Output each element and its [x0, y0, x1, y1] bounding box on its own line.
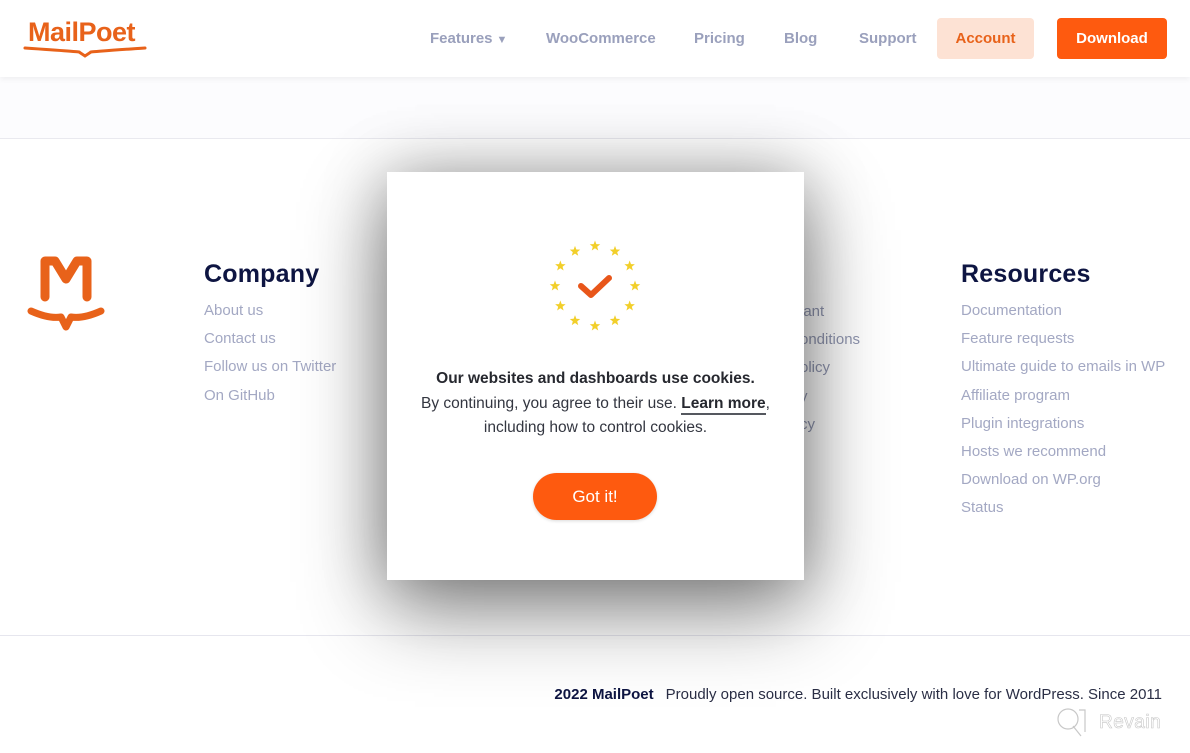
copyright-brand: 2022 MailPoet	[554, 686, 654, 703]
star-icon	[609, 315, 621, 326]
footer-link-documentation[interactable]: Documentation	[961, 301, 1165, 329]
nav-features[interactable]: Features ▼	[430, 30, 507, 47]
footer-link-contact[interactable]: Contact us	[204, 329, 336, 357]
revain-watermark: Revain	[1055, 706, 1161, 740]
nav-support[interactable]: Support	[859, 30, 917, 47]
footer-link-download-wporg[interactable]: Download on WP.org	[961, 470, 1165, 498]
star-icon	[569, 315, 581, 326]
footer-link-ultimate-guide[interactable]: Ultimate guide to emails in WP	[961, 357, 1165, 385]
star-icon	[624, 260, 635, 271]
nav-woocommerce[interactable]: WooCommerce	[546, 30, 656, 47]
footer-link-status[interactable]: Status	[961, 498, 1165, 526]
footer-link-about[interactable]: About us	[204, 301, 336, 329]
star-icon	[589, 240, 601, 251]
revain-label: Revain	[1099, 712, 1162, 734]
cookie-heading: Our websites and dashboards use cookies.	[436, 370, 755, 387]
footer-company-column: Company About us Contact us Follow us on…	[204, 260, 336, 414]
mailpoet-m-logo-icon	[27, 256, 105, 331]
star-icon	[609, 245, 621, 256]
footer-link-plugin-integrations[interactable]: Plugin integrations	[961, 414, 1165, 442]
nav-features-label: Features	[430, 30, 493, 47]
company-heading: Company	[204, 260, 320, 288]
download-button[interactable]: Download	[1057, 18, 1167, 59]
footer-bottom-line: 2022 MailPoet Proudly open source. Built …	[554, 686, 1162, 703]
footer-resources-column: Resources Documentation Feature requests…	[961, 260, 1165, 527]
page-band	[0, 77, 1190, 139]
star-icon	[629, 280, 641, 291]
site-header: MailPoet Features ▼ WooCommerce Pricing B…	[0, 0, 1190, 77]
nav-pricing[interactable]: Pricing	[694, 30, 745, 47]
learn-more-link[interactable]: Learn more	[681, 394, 766, 415]
revain-logo-icon	[1057, 708, 1086, 737]
cookie-message: Our websites and dashboards use cookies.…	[417, 367, 774, 441]
footer-link-affiliate[interactable]: Affiliate program	[961, 386, 1165, 414]
footer-link-hosts[interactable]: Hosts we recommend	[961, 442, 1165, 470]
resources-heading: Resources	[961, 260, 1091, 288]
got-it-button[interactable]: Got it!	[533, 473, 657, 520]
star-icon	[555, 260, 566, 271]
star-icon	[555, 300, 566, 311]
star-icon	[624, 300, 635, 311]
footer-tagline: Proudly open source. Built exclusively w…	[665, 686, 1162, 703]
star-icon	[589, 320, 601, 331]
footer-link-twitter[interactable]: Follow us on Twitter	[204, 357, 336, 385]
cookie-body-before: By continuing, you agree to their use.	[421, 394, 682, 412]
footer-link-github[interactable]: On GitHub	[204, 386, 336, 414]
star-icon	[549, 280, 561, 291]
account-button[interactable]: Account	[937, 18, 1034, 59]
nav-blog[interactable]: Blog	[784, 30, 817, 47]
star-icon	[569, 245, 581, 256]
caret-down-icon: ▼	[496, 34, 508, 46]
footer-link-feature-requests[interactable]: Feature requests	[961, 329, 1165, 357]
eu-stars-checkmark-icon	[549, 240, 641, 331]
cookie-consent-modal: Our websites and dashboards use cookies.…	[387, 172, 804, 580]
